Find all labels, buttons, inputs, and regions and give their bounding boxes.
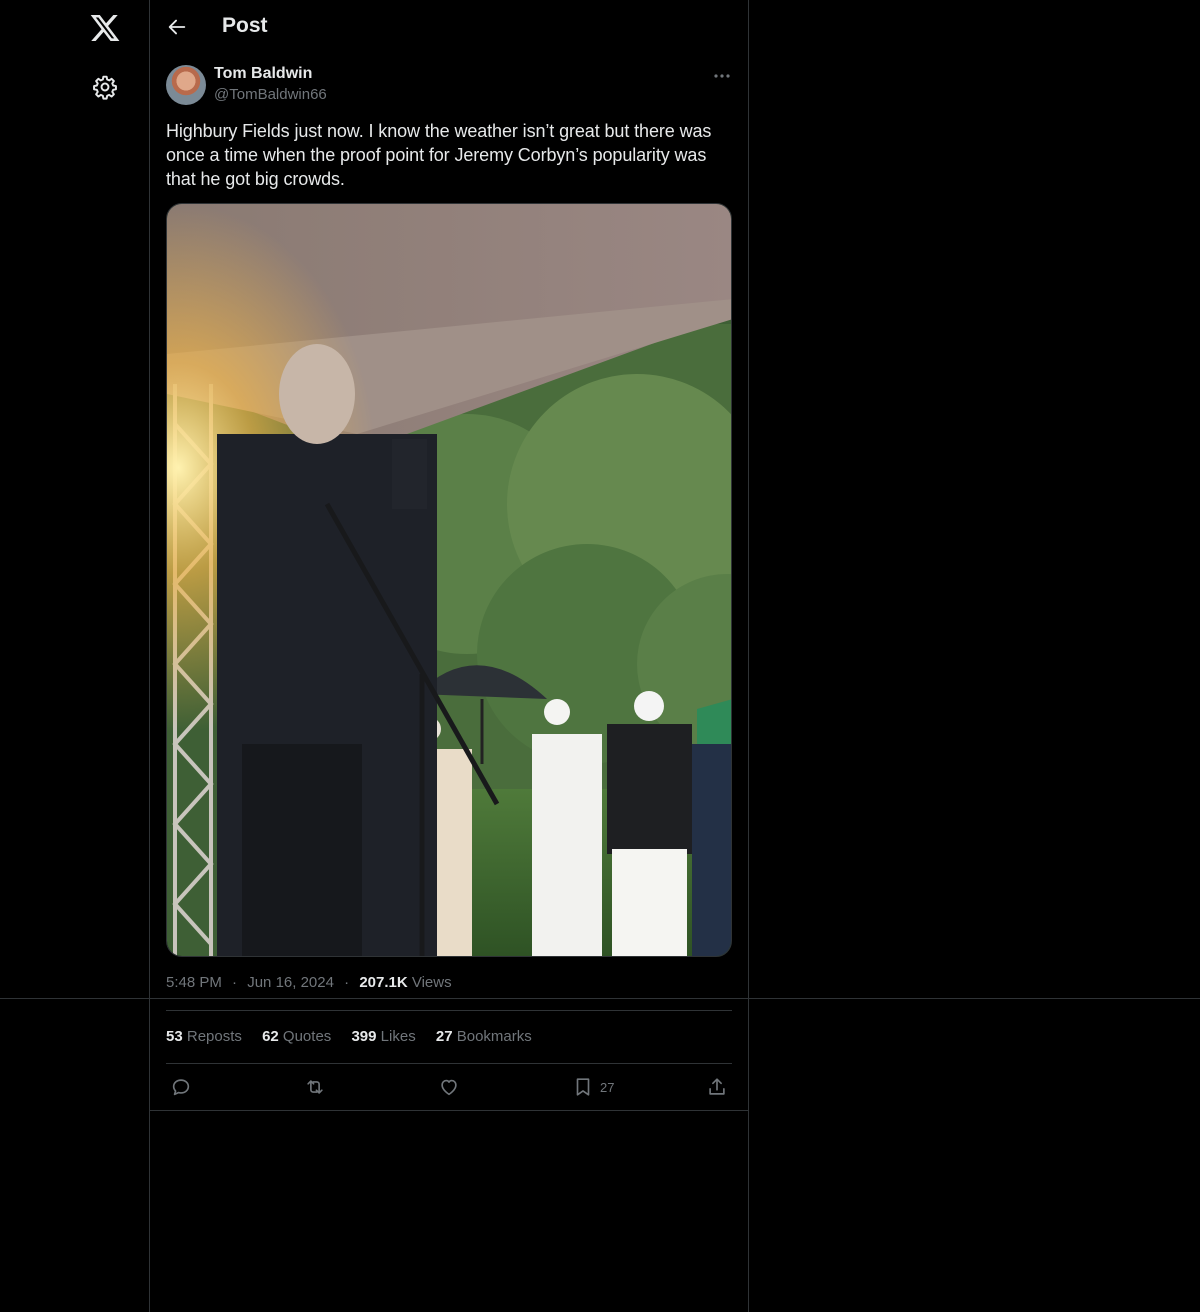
bookmark-button[interactable]: 27 — [572, 1075, 614, 1099]
action-bar: 27 — [166, 1075, 732, 1099]
arrow-left-icon[interactable] — [166, 16, 188, 38]
reposts-count: 53 — [166, 1028, 183, 1045]
post-text: Highbury Fields just now. I know the wea… — [166, 121, 712, 189]
x-logo-icon[interactable] — [89, 12, 121, 44]
likes-stat[interactable]: 399 Likes — [351, 1028, 415, 1045]
quotes-count: 62 — [262, 1028, 279, 1045]
bookmarks-label: Bookmarks — [456, 1028, 532, 1045]
reply-icon — [172, 1079, 190, 1096]
likes-label: Likes — [380, 1028, 416, 1045]
divider — [166, 1010, 732, 1011]
more-options-icon[interactable] — [712, 66, 732, 86]
quotes-label: Quotes — [282, 1028, 332, 1045]
quotes-stat[interactable]: 62 Quotes — [262, 1028, 331, 1045]
divider — [166, 1063, 732, 1064]
avatar[interactable] — [166, 65, 206, 105]
left-nav-rail — [0, 0, 150, 1312]
gear-icon[interactable] — [92, 74, 118, 100]
reposts-stat[interactable]: 53 Reposts — [166, 1028, 242, 1045]
reposts-label: Reposts — [186, 1028, 242, 1045]
bookmark-icon — [576, 1078, 590, 1096]
like-button[interactable] — [438, 1075, 460, 1099]
meta-separator: · — [344, 974, 350, 991]
post-date[interactable]: Jun 16, 2024 — [247, 974, 334, 991]
share-icon — [709, 1078, 725, 1095]
author-name[interactable]: Tom Baldwin — [214, 65, 312, 83]
meta-separator: · — [232, 974, 238, 991]
likes-count: 399 — [351, 1028, 377, 1045]
page-title: Post — [222, 14, 268, 37]
page-header: Post — [150, 0, 749, 54]
heart-icon — [441, 1079, 457, 1096]
post-metadata: 5:48 PM · Jun 16, 2024 · 207.1K Views — [166, 974, 452, 991]
author-handle[interactable]: @TomBaldwin66 — [214, 86, 327, 103]
post-time[interactable]: 5:48 PM — [166, 974, 222, 991]
views-count[interactable]: 207.1K — [359, 974, 407, 991]
repost-button[interactable] — [304, 1075, 326, 1099]
bookmark-count: 27 — [600, 1079, 615, 1095]
reply-button[interactable] — [170, 1075, 192, 1099]
post-image[interactable] — [166, 203, 732, 957]
bookmarks-stat[interactable]: 27 Bookmarks — [436, 1028, 532, 1045]
repost-icon — [307, 1080, 323, 1094]
engagement-stats: 53 Reposts 62 Quotes 399 Likes 27 Bookma… — [166, 1028, 548, 1045]
views-label[interactable]: Views — [412, 974, 452, 991]
share-button[interactable] — [706, 1075, 728, 1099]
divider — [150, 1110, 749, 1111]
bookmarks-count: 27 — [435, 1028, 453, 1045]
main-column: Post Tom Baldwin @TomBaldwin66 Highbury … — [150, 0, 749, 1312]
